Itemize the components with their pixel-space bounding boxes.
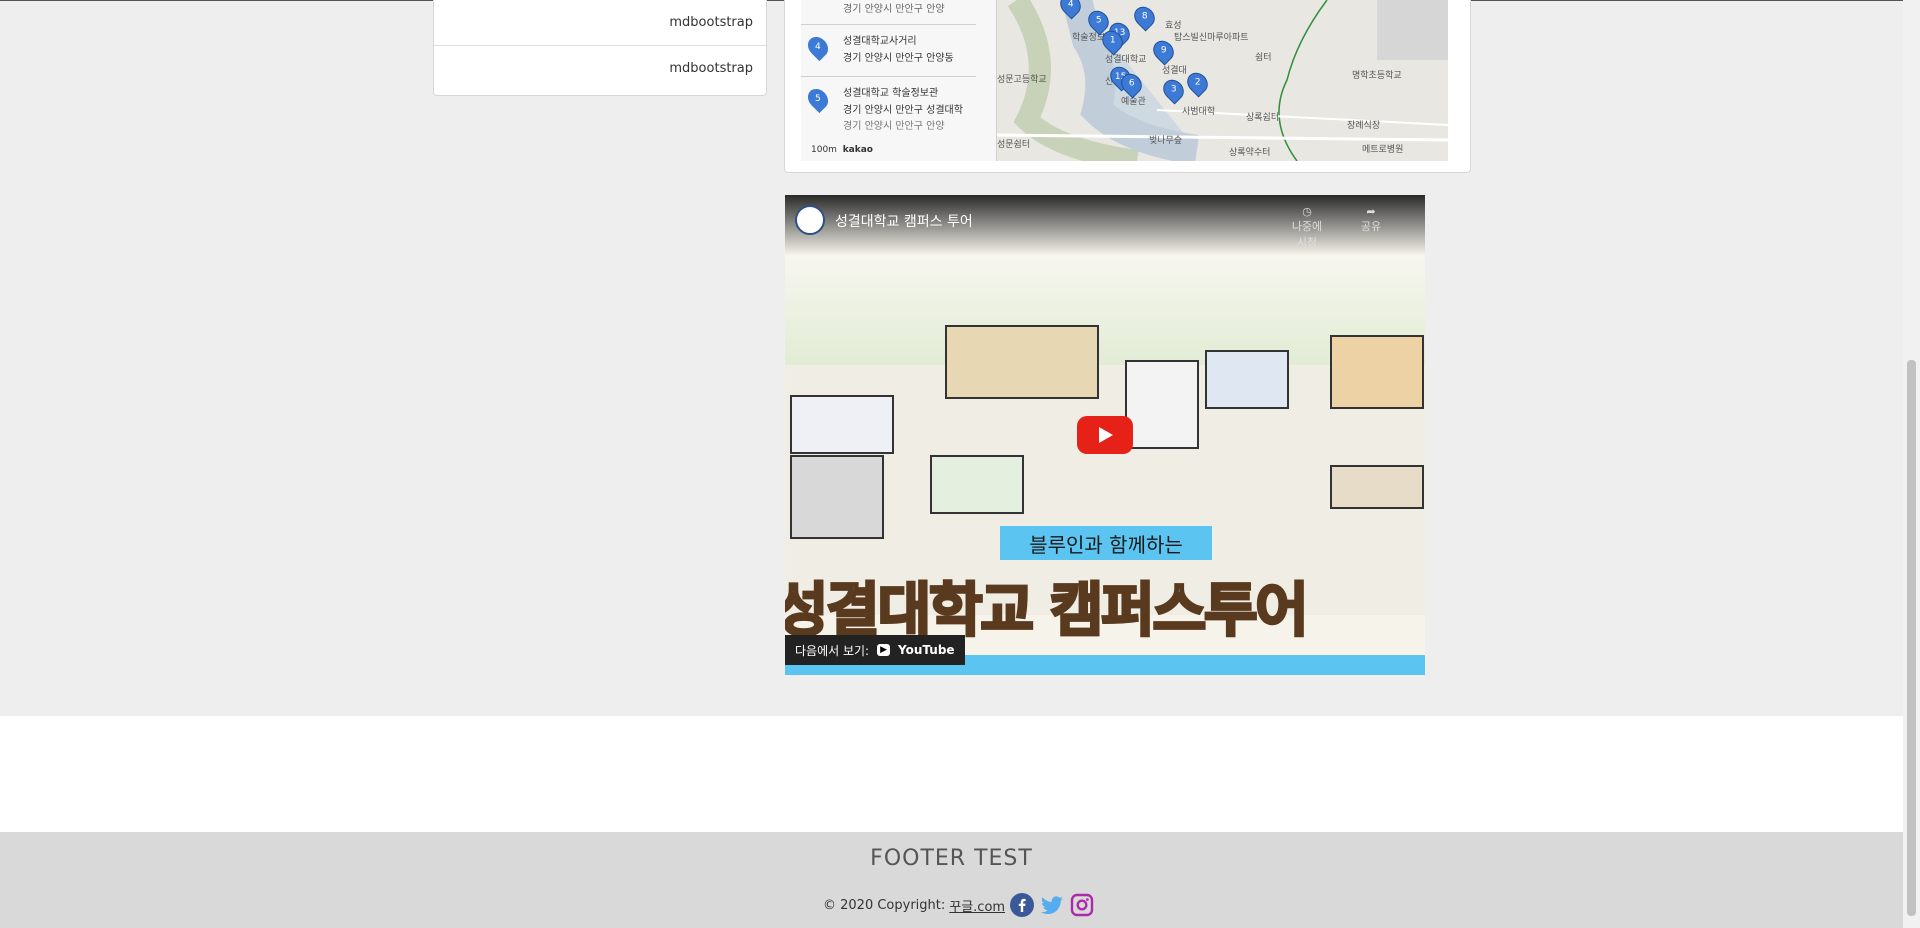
map-place-list[interactable]: 경기 안양시 만안구 안양 4 성결대학교사거리 경기 안양시 만안구 안양동 … <box>801 0 997 161</box>
channel-logo-icon[interactable] <box>795 205 825 235</box>
watch-on-label: 다음에서 보기: <box>795 643 870 658</box>
footer-title: FOOTER TEST <box>870 846 1033 871</box>
youtube-embed[interactable]: 성결대학교 캠퍼스 투어 ◷ 나중에 시청 ➦ 공유 블루인과 함께하는 성결대… <box>785 195 1425 675</box>
list-item[interactable]: mdbootstrap <box>434 46 766 91</box>
youtube-logo-icon: ▶ <box>877 644 891 656</box>
map-label: 성문고등학교 <box>997 75 1047 85</box>
map-label: 쉼터 <box>1255 53 1272 63</box>
thumbnail-building <box>790 395 894 454</box>
copyright-text: © 2020 Copyright: <box>823 897 946 913</box>
divider <box>801 76 976 77</box>
video-title[interactable]: 성결대학교 캠퍼스 투어 <box>835 211 973 231</box>
instagram-icon[interactable] <box>1069 892 1095 918</box>
map-marker-icon: 4 <box>803 32 833 62</box>
thumbnail-building <box>1330 335 1424 409</box>
watch-on-youtube-button[interactable]: 다음에서 보기: ▶ YouTube <box>785 635 965 665</box>
thumbnail-building <box>1330 465 1424 509</box>
copyright-link[interactable]: 꾸글.com <box>949 896 1005 915</box>
map-label: 성문쉼터 <box>997 140 1031 150</box>
map-list-address: 경기 안양시 만안구 안양동 <box>843 53 954 64</box>
video-subtitle: 블루인과 함께하는 <box>1000 526 1212 560</box>
map-label: 메트로병원 <box>1362 145 1404 155</box>
clock-icon: ◷ <box>1302 205 1312 218</box>
map-label: 사범대학 <box>1182 107 1216 117</box>
map-label: 상록약수터 <box>1229 148 1271 158</box>
map-list-title: 성결대학교 학술정보관 <box>843 88 939 99</box>
thumbnail-building <box>790 455 884 539</box>
watch-later-button[interactable]: ◷ 나중에 시청 <box>1287 205 1327 250</box>
map-label: 효성 <box>1165 21 1182 31</box>
map-list-title: 성결대학교사거리 <box>843 36 917 47</box>
map-label: 장례식장 <box>1347 121 1381 131</box>
twitter-icon[interactable] <box>1039 892 1065 918</box>
thumbnail-building <box>1125 360 1199 449</box>
map-marker-icon: 5 <box>803 84 833 114</box>
page-scrollbar[interactable] <box>1903 0 1920 928</box>
thumbnail-building <box>945 325 1099 399</box>
map-label: 성결대 <box>1162 66 1187 76</box>
map-canvas[interactable]: 탑스빌신마루아파트 학술정보 성결대학교 성결대 예술관 사범대학 성문고등학교… <box>997 0 1448 161</box>
map-list-address: 경기 안양시 만안구 성결대학 <box>843 105 963 116</box>
thumbnail-building <box>930 455 1024 514</box>
share-button[interactable]: ➦ 공유 <box>1351 205 1391 234</box>
map-scale: 100m kakao <box>811 145 873 155</box>
share-icon: ➦ <box>1366 205 1376 218</box>
list-item[interactable]: mdbootstrap <box>434 0 766 46</box>
map-label: 벚나무숲 <box>1149 136 1183 146</box>
left-list-card: mdbootstrap mdbootstrap <box>433 0 767 96</box>
kakao-map[interactable]: 경기 안양시 만안구 안양 4 성결대학교사거리 경기 안양시 만안구 안양동 … <box>801 0 1448 161</box>
map-label: 탑스빌신마루아파트 <box>1174 33 1249 43</box>
kakao-logo: kakao <box>842 145 873 155</box>
youtube-label: YouTube <box>898 643 955 657</box>
facebook-icon[interactable] <box>1009 892 1035 918</box>
map-list-address: 경기 안양시 만안구 안양 <box>843 4 945 15</box>
map-list-address: 경기 안양시 만안구 안양 <box>843 121 945 132</box>
thumbnail-building <box>1205 350 1289 409</box>
footer-copyright: © 2020 Copyright: 꾸글.com <box>823 892 1095 918</box>
map-label: 명학초등학교 <box>1352 71 1402 81</box>
footer: FOOTER TEST © 2020 Copyright: 꾸글.com <box>0 832 1903 928</box>
play-button[interactable] <box>1077 416 1133 454</box>
video-thumbnail-sky <box>785 255 1425 365</box>
map-card: 경기 안양시 만안구 안양 4 성결대학교사거리 경기 안양시 만안구 안양동 … <box>784 0 1471 173</box>
map-label: 상록쉼터 <box>1246 113 1280 123</box>
divider <box>801 24 976 25</box>
scrollbar-thumb[interactable] <box>1907 360 1916 916</box>
